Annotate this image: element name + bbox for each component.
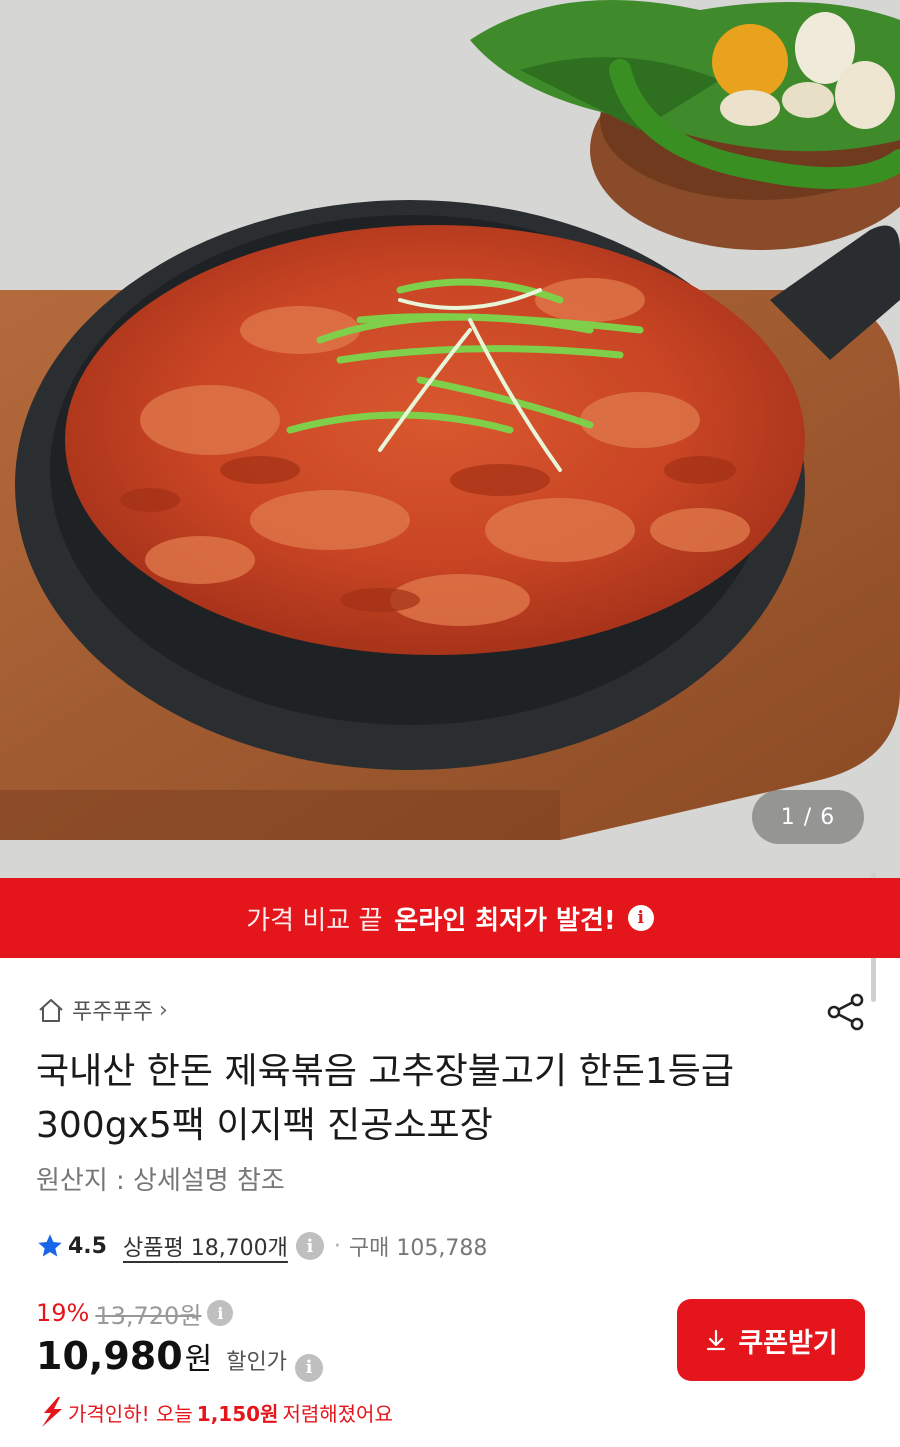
rating-score: 4.5 [68, 1233, 107, 1259]
lowest-price-banner[interactable]: 가격 비교 끝 온라인 최저가 발견! i [0, 878, 900, 958]
info-icon[interactable]: i [295, 1232, 324, 1260]
review-count-link[interactable]: 상품평 18,700개 [123, 1230, 288, 1262]
product-photo [0, 0, 900, 878]
chevron-right-icon: › [158, 997, 168, 1023]
price-drop-amount: 1,150원 [196, 1401, 279, 1426]
price-down-arrow-icon [42, 1397, 62, 1427]
banner-highlight: 온라인 최저가 발견! [394, 905, 616, 936]
info-icon[interactable]: i [207, 1300, 234, 1326]
price-drop-prefix: 가격인하! 오늘 [68, 1401, 193, 1426]
separator-dot: · [333, 1233, 341, 1259]
sale-price-label: 할인가 [226, 1350, 287, 1375]
sale-price: 10,980 원 할인가 i [36, 1334, 323, 1384]
home-icon [39, 999, 63, 1022]
product-image-gallery[interactable]: 1 / 6 [0, 0, 900, 878]
price-discount-row: 19% 13,720원 i [36, 1296, 234, 1330]
product-title: 국내산 한돈 제육볶음 고추장불고기 한돈1등급 300gx5팩 이지팩 진공소… [36, 1051, 734, 1146]
star-icon [38, 1234, 62, 1257]
price-drop-notice: 가격인하! 오늘 1,150원 저렴해졌어요 [36, 1394, 393, 1430]
banner-text: 가격 비교 끝 [246, 905, 383, 936]
discount-rate: 19% [36, 1299, 90, 1327]
info-icon[interactable]: i [294, 1353, 323, 1382]
get-coupon-button[interactable]: 쿠폰받기 [677, 1299, 865, 1381]
info-icon[interactable]: i [627, 905, 654, 931]
price-drop-suffix: 저렴해졌어요 [282, 1401, 393, 1426]
original-price: 13,720원 [95, 1301, 202, 1330]
rating-row: 4.5 상품평 18,700개 i · 구매 105,788 [36, 1228, 487, 1264]
store-name: 푸주푸주 [72, 1000, 153, 1025]
origin-info: 원산지 : 상세설명 참조 [36, 1166, 285, 1196]
share-icon[interactable] [824, 990, 868, 1034]
coupon-label: 쿠폰받기 [738, 1327, 838, 1359]
purchase-count: 구매 105,788 [348, 1236, 488, 1261]
sale-price-unit: 원 [184, 1342, 213, 1377]
image-counter: 1 / 6 [752, 790, 864, 844]
download-icon [707, 1329, 726, 1351]
sale-price-number: 10,980 [36, 1334, 183, 1378]
store-link[interactable]: 푸주푸주 › [36, 992, 168, 1028]
